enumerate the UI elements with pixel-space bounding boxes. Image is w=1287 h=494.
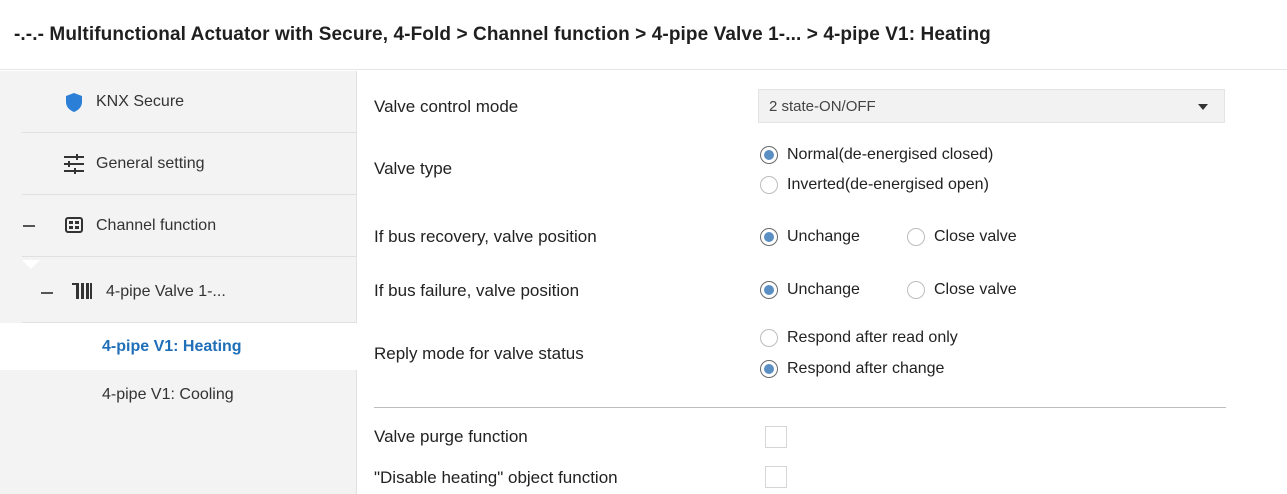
parameter-panel: Valve control mode 2 state-ON/OFF Valve … (357, 71, 1287, 494)
breadcrumb-text: -.-.- Multifunctional Actuator with Secu… (14, 23, 991, 45)
radio-label: Close valve (934, 228, 1017, 245)
breadcrumb: -.-.- Multifunctional Actuator with Secu… (0, 0, 1287, 70)
collapse-icon[interactable] (23, 225, 35, 227)
disable-heating-checkbox[interactable] (765, 466, 787, 488)
radio-unselected-icon (760, 176, 778, 194)
sidebar-item-label: 4-pipe V1: Cooling (102, 386, 234, 403)
radio-label: Respond after change (787, 360, 945, 377)
reply-mode-radio-after-change[interactable]: Respond after change (760, 360, 944, 378)
sidebar-item-label: 4-pipe Valve 1-... (106, 283, 226, 300)
radio-label: Normal(de-energised closed) (787, 146, 994, 163)
disable-heating-label: "Disable heating" object function (374, 468, 618, 487)
valve-type-label: Valve type (374, 159, 453, 178)
bus-failure-radio-close[interactable]: Close valve (907, 281, 1017, 299)
radio-selected-icon (760, 146, 778, 164)
radio-unselected-icon (760, 329, 778, 347)
sidebar-item-cooling[interactable]: 4-pipe V1: Cooling (0, 370, 357, 420)
collapse-icon[interactable] (41, 292, 53, 294)
dropdown-value: 2 state-ON/OFF (769, 97, 876, 115)
bus-recovery-radio-close[interactable]: Close valve (907, 228, 1017, 246)
radio-selected-icon (760, 360, 778, 378)
radio-selected-icon (760, 281, 778, 299)
sidebar-item-label: General setting (96, 155, 205, 172)
radio-unselected-icon (907, 228, 925, 246)
sidebar-item-heating[interactable]: 4-pipe V1: Heating (0, 323, 357, 370)
section-divider (374, 407, 1226, 408)
sidebar-divider (22, 256, 357, 257)
sidebar-item-general-setting[interactable]: General setting (0, 133, 357, 195)
radio-unselected-icon (907, 281, 925, 299)
sliders-icon (62, 152, 86, 176)
valve-type-radio-normal[interactable]: Normal(de-energised closed) (760, 146, 993, 164)
tree-pointer (22, 260, 40, 269)
radio-label: Close valve (934, 281, 1017, 298)
bus-failure-radio-unchange[interactable]: Unchange (760, 281, 860, 299)
reply-mode-label: Reply mode for valve status (374, 344, 584, 363)
radio-label: Unchange (787, 281, 860, 298)
valve-type-radio-inverted[interactable]: Inverted(de-energised open) (760, 176, 989, 194)
bus-failure-label: If bus failure, valve position (374, 281, 580, 300)
sidebar-item-4-pipe-valve[interactable]: 4-pipe Valve 1-... (0, 261, 357, 323)
valve-control-mode-label: Valve control mode (374, 97, 519, 116)
radio-label: Respond after read only (787, 329, 958, 346)
sidebar-item-label: 4-pipe V1: Heating (102, 337, 242, 355)
sidebar-item-channel-function[interactable]: Channel function (0, 195, 357, 257)
valve-control-mode-dropdown[interactable]: 2 state-ON/OFF (758, 89, 1225, 123)
radiator-icon (70, 280, 94, 302)
sidebar-item-label: KNX Secure (96, 93, 185, 110)
sidebar-item-knx-secure[interactable]: KNX Secure (0, 71, 357, 133)
radio-label: Unchange (787, 228, 860, 245)
valve-purge-label: Valve purge function (374, 427, 528, 446)
reply-mode-radio-read-only[interactable]: Respond after read only (760, 329, 958, 347)
radio-label: Inverted(de-energised open) (787, 176, 989, 193)
channel-grid-icon (64, 215, 84, 235)
shield-icon (64, 91, 84, 113)
radio-selected-icon (760, 228, 778, 246)
sidebar-item-label: Channel function (96, 217, 217, 234)
valve-purge-checkbox[interactable] (765, 426, 787, 448)
bus-recovery-radio-unchange[interactable]: Unchange (760, 228, 860, 246)
sidebar: KNX Secure General setting Channel funct… (0, 71, 357, 494)
chevron-down-icon (1198, 104, 1208, 110)
bus-recovery-label: If bus recovery, valve position (374, 227, 597, 246)
